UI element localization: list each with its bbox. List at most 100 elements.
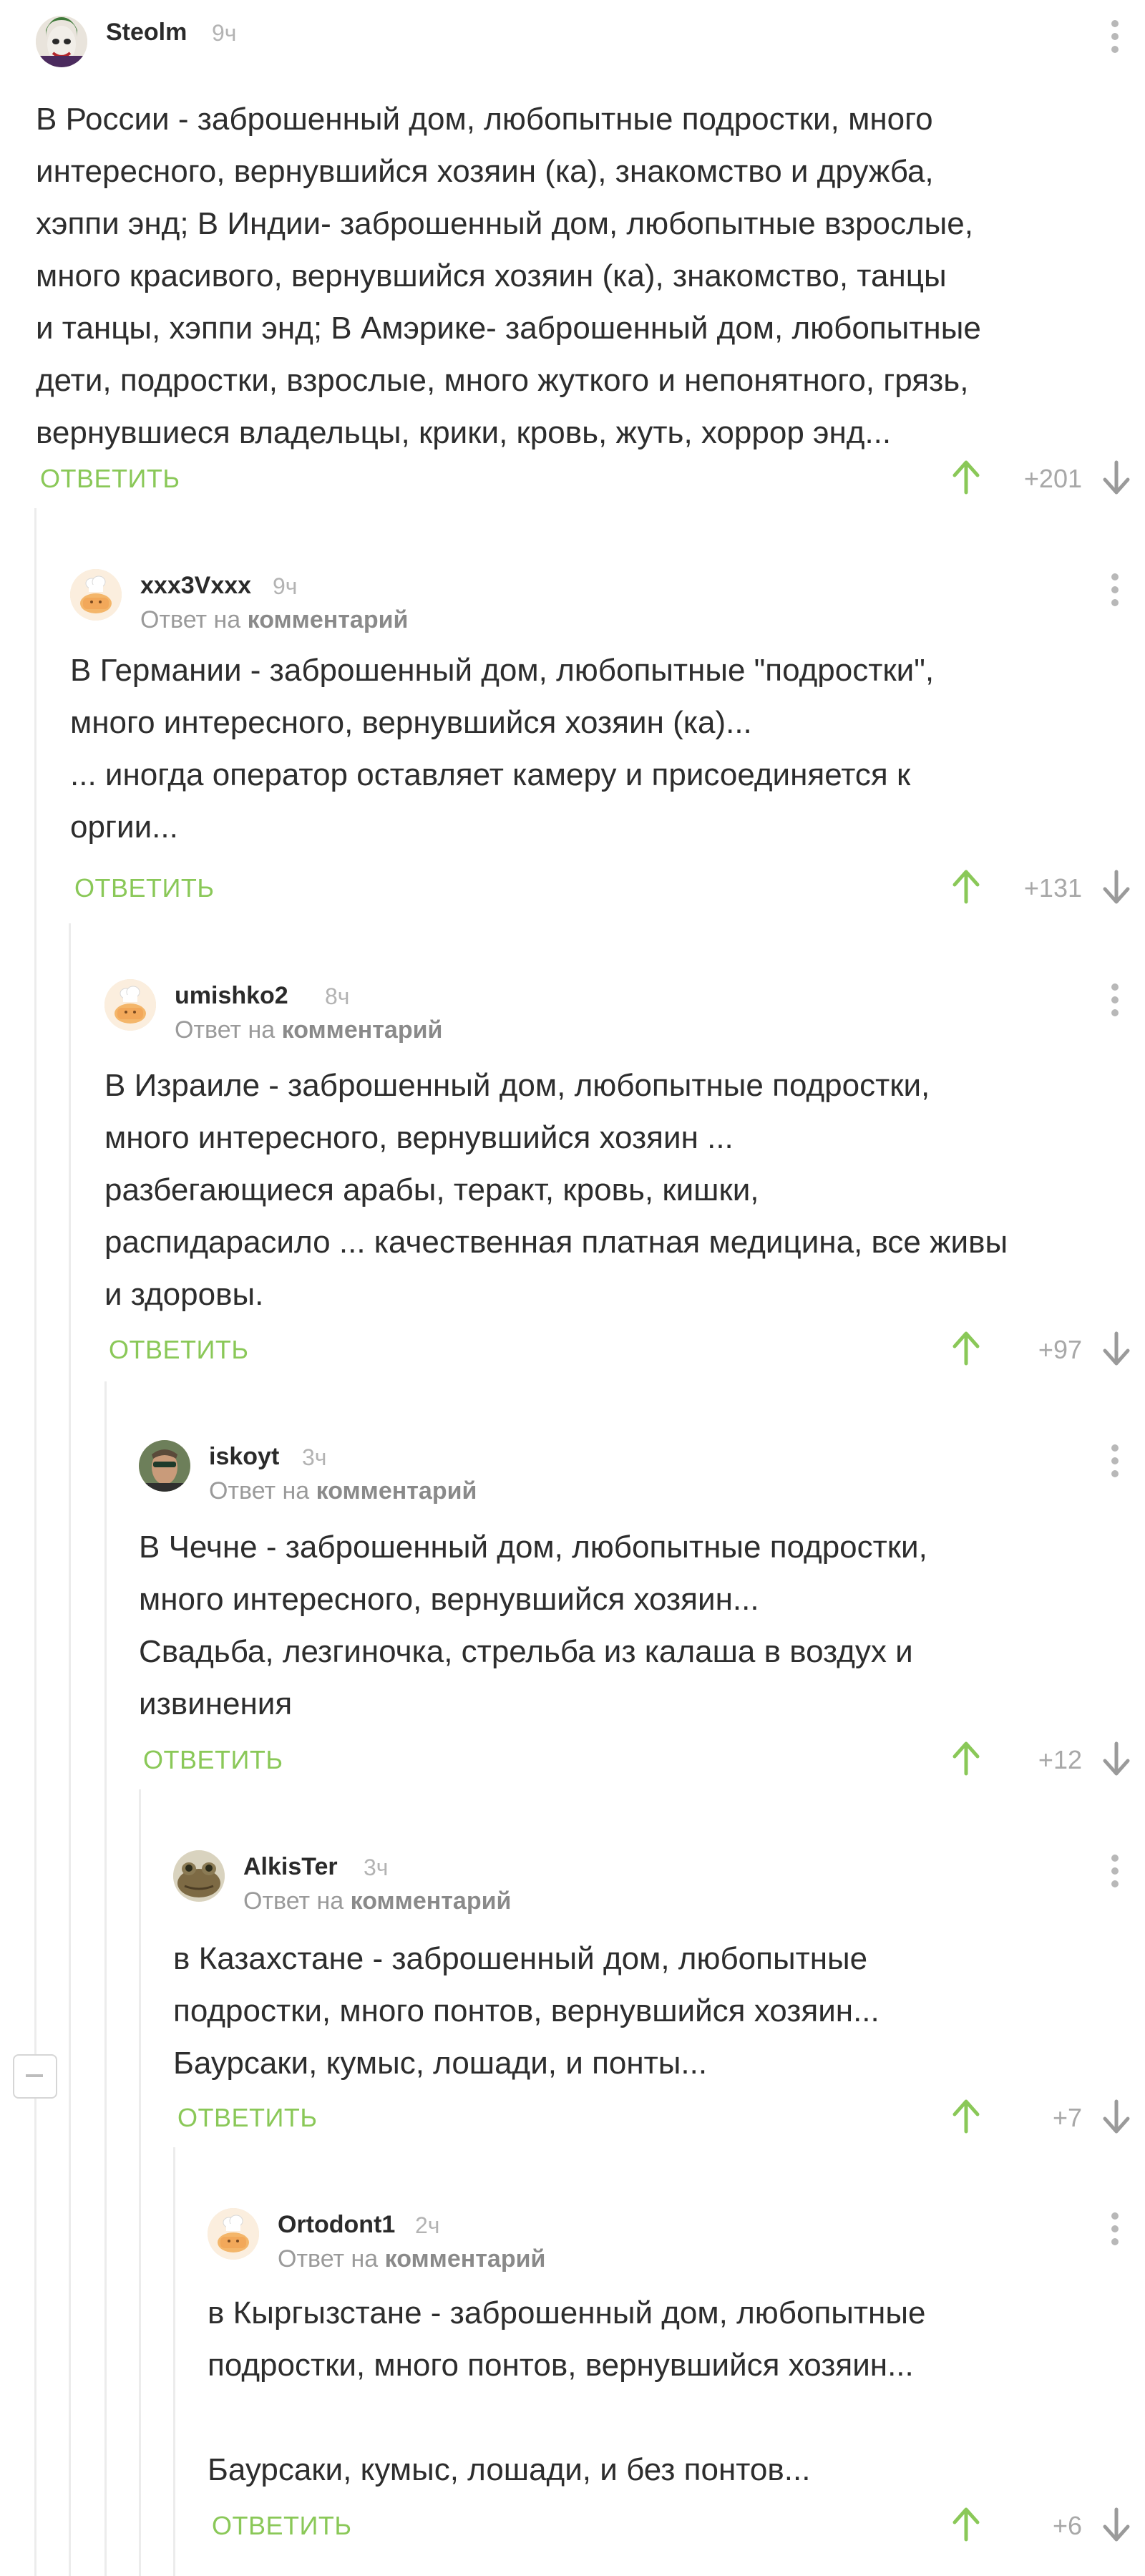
comment: xxx3Vxxx 9ч Ответ на комментарий В Германии…	[70, 569, 1131, 916]
comment: iskoyt 3ч Ответ на комментарий В Чечне - за…	[139, 1440, 1131, 1788]
comment-text-line: в Кыргызстане - заброшенный дом, любопыт…	[208, 2295, 926, 2330]
reply-button[interactable]: ОТВЕТИТЬ	[40, 464, 180, 494]
reply-to-prefix: Ответ на	[175, 1016, 276, 1044]
comment-text-line: В Германии - заброшенный дом, любопытные…	[70, 653, 935, 688]
comment-text-line: ... иногда оператор оставляет камеру и п…	[70, 757, 911, 792]
comment-text-line: Баурсаки, кумыс, лошади, и понты...	[173, 2046, 708, 2081]
photo-avatar-icon	[139, 1440, 190, 1492]
comment-text: в Казахстане - заброшенный дом, любопытн…	[173, 1933, 880, 2089]
vote-down-icon[interactable]	[1102, 2507, 1131, 2542]
username[interactable]: AlkisTer	[243, 1853, 338, 1881]
reply-button[interactable]: ОТВЕТИТЬ	[212, 2511, 352, 2541]
reply-to-prefix: Ответ на	[243, 1887, 344, 1915]
frog-avatar-icon	[173, 1850, 225, 1902]
reply-to-target-link[interactable]: комментарий	[351, 1887, 512, 1915]
thread-line	[173, 2147, 175, 2576]
reply-to-prefix: Ответ на	[278, 2245, 379, 2273]
collapse-thread-button[interactable]	[13, 2054, 57, 2099]
username[interactable]: umishko2	[175, 982, 288, 1010]
comment-text-line: дети, подростки, взрослые, много жуткого…	[36, 363, 969, 398]
comment-text-line: В Чечне - заброшенный дом, любопытные по…	[139, 1530, 927, 1565]
reply-button[interactable]: ОТВЕТИТЬ	[109, 1335, 249, 1365]
username[interactable]: xxx3Vxxx	[140, 572, 251, 600]
joker-avatar-icon	[36, 16, 87, 67]
reply-button[interactable]: ОТВЕТИТЬ	[143, 1745, 283, 1775]
more-options-icon[interactable]	[1108, 16, 1122, 60]
thread-line	[139, 1789, 141, 2576]
reply-button[interactable]: ОТВЕТИТЬ	[177, 2103, 318, 2133]
reply-to-target-link[interactable]: комментарий	[248, 606, 409, 633]
comment: AlkisTer 3ч Ответ на комментарий в Казахста…	[173, 1850, 1131, 2146]
comment-time: 8ч	[325, 983, 350, 1009]
thread-line	[69, 923, 71, 2576]
comment-text-line: оргии...	[70, 810, 178, 845]
comment-time: 2ч	[415, 2212, 440, 2238]
vote-up-icon[interactable]	[952, 1331, 980, 1366]
comment-time: 3ч	[302, 1444, 327, 1470]
comment-text-line: много интересного, вернувшийся хозяин...	[139, 1582, 759, 1617]
avatar[interactable]	[139, 1440, 190, 1492]
vote-up-icon[interactable]	[952, 2099, 980, 2134]
comment-text: В Чечне - заброшенный дом, любопытные по…	[139, 1521, 927, 1730]
reply-to-label: Ответ на комментарий	[209, 1477, 477, 1505]
comment: Ortodont1 2ч Ответ на комментарий в Кыргызс…	[208, 2208, 1131, 2554]
minus-icon	[26, 2074, 43, 2077]
comment-text: в Кыргызстане - заброшенный дом, любопыт…	[208, 2287, 925, 2496]
reply-to-target-link[interactable]: комментарий	[282, 1016, 443, 1044]
comment-text-line: В России - заброшенный дом, любопытные п…	[36, 102, 933, 137]
reply-to-prefix: Ответ на	[209, 1477, 310, 1505]
rating-count: +97	[1038, 1335, 1082, 1364]
rating-count: +131	[1023, 873, 1082, 903]
default-chef-avatar-icon	[104, 979, 156, 1031]
avatar[interactable]	[70, 569, 122, 621]
comment-text: В Израиле - заброшенный дом, любопытные …	[104, 1059, 1008, 1321]
more-options-icon[interactable]	[1108, 979, 1122, 1024]
comment-text-line: и танцы, хэппи энд; В Амэрике- заброшенн…	[36, 311, 981, 346]
thread-line	[34, 508, 36, 2576]
rating-count: +201	[1023, 464, 1082, 493]
comment-text-line: извинения	[139, 1686, 293, 1721]
vote-up-icon[interactable]	[952, 2507, 980, 2542]
avatar[interactable]	[104, 979, 156, 1031]
comment-thread: Steolm 9ч В России - заброшенный дом, любо…	[0, 0, 1145, 2576]
comment-text-line: вернувшиеся владельцы, крики, кровь, жут…	[36, 415, 892, 450]
vote-up-icon[interactable]	[952, 1741, 980, 1777]
more-options-icon[interactable]	[1108, 569, 1122, 613]
comment-text-line	[208, 2391, 925, 2444]
comment: Steolm 9ч В России - заброшенный дом, любо…	[36, 16, 1131, 507]
reply-to-target-link[interactable]: комментарий	[316, 1477, 477, 1505]
username[interactable]: Steolm	[106, 19, 187, 47]
comment-text-line: много интересного, вернувшийся хозяин ..…	[104, 1120, 734, 1155]
vote-up-icon[interactable]	[952, 869, 980, 905]
thread-line	[104, 1381, 107, 2576]
reply-to-label: Ответ на комментарий	[243, 1887, 511, 1915]
more-options-icon[interactable]	[1108, 1440, 1122, 1484]
comment-text: В России - заброшенный дом, любопытные п…	[36, 93, 981, 459]
more-options-icon[interactable]	[1108, 1850, 1122, 1895]
vote-down-icon[interactable]	[1102, 460, 1131, 495]
vote-down-icon[interactable]	[1102, 1741, 1131, 1777]
comment-text-line: В Израиле - заброшенный дом, любопытные …	[104, 1068, 930, 1103]
username[interactable]: iskoyt	[209, 1443, 279, 1471]
reply-button[interactable]: ОТВЕТИТЬ	[74, 873, 215, 903]
avatar[interactable]	[36, 16, 87, 67]
comment-text-line: распидарасило ... качественная платная м…	[104, 1225, 1008, 1260]
avatar[interactable]	[173, 1850, 225, 1902]
comment-text-line: много красивого, вернувшийся хозяин (ка)…	[36, 258, 947, 293]
default-chef-avatar-icon	[70, 569, 122, 621]
more-options-icon[interactable]	[1108, 2208, 1122, 2252]
rating-count: +6	[1052, 2511, 1082, 2540]
username[interactable]: Ortodont1	[278, 2211, 395, 2239]
comment-text-line: Баурсаки, кумыс, лошади, и без понтов...	[208, 2452, 811, 2487]
avatar[interactable]	[208, 2208, 259, 2260]
vote-down-icon[interactable]	[1102, 869, 1131, 905]
vote-down-icon[interactable]	[1102, 1331, 1131, 1366]
vote-down-icon[interactable]	[1102, 2099, 1131, 2134]
rating-count: +7	[1052, 2103, 1082, 2132]
vote-up-icon[interactable]	[952, 460, 980, 495]
reply-to-label: Ответ на комментарий	[278, 2245, 545, 2273]
reply-to-target-link[interactable]: комментарий	[385, 2245, 546, 2273]
comment-text-line: хэппи энд; В Индии- заброшенный дом, люб…	[36, 206, 973, 241]
comment: umishko2 8ч Ответ на комментарий В Израиле …	[104, 979, 1131, 1378]
comment-text-line: интересного, вернувшийся хозяин (ка), зн…	[36, 154, 934, 189]
